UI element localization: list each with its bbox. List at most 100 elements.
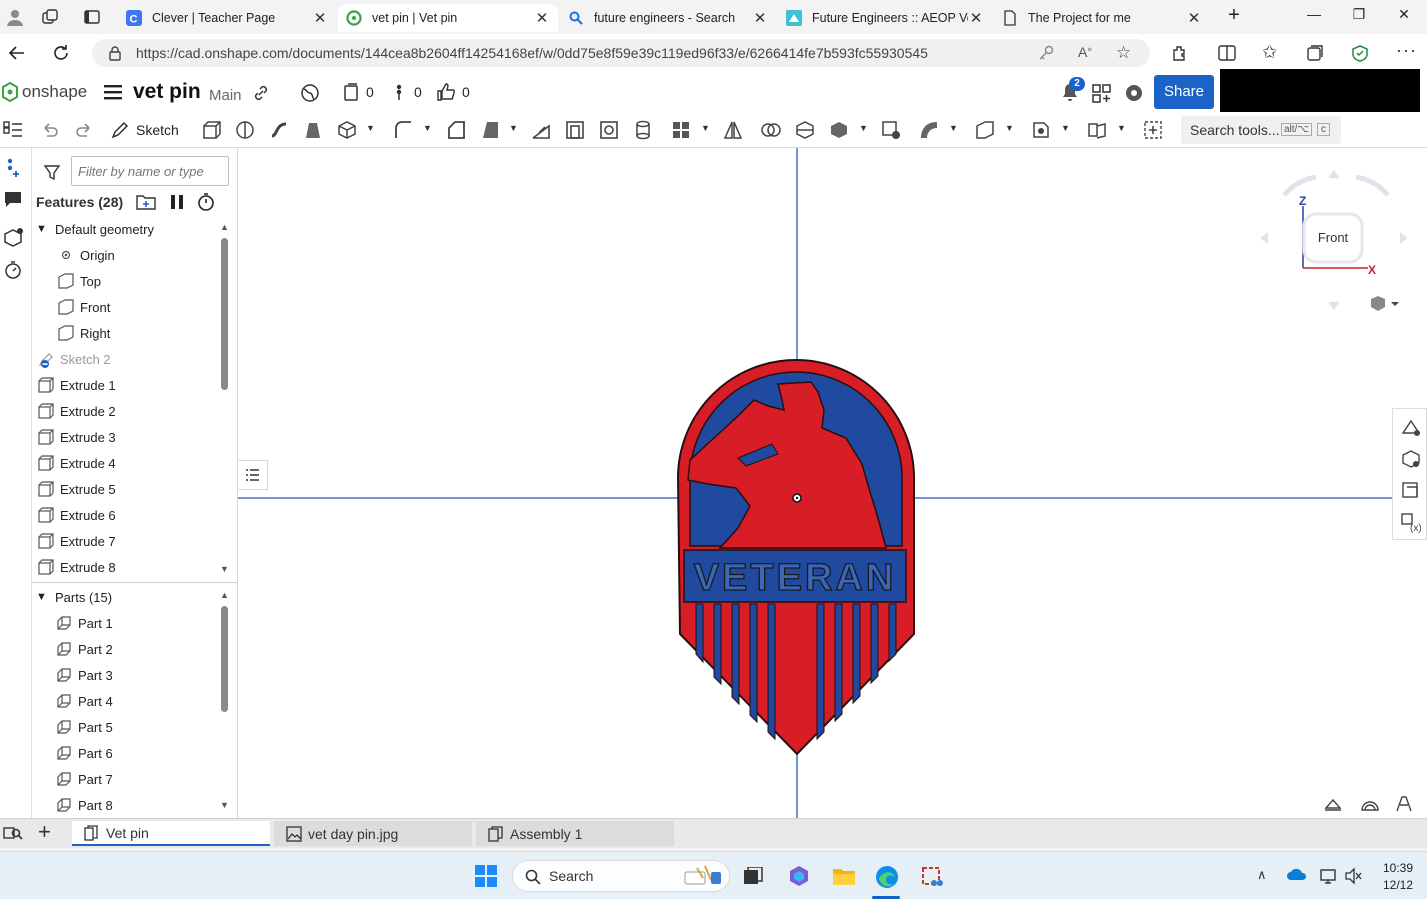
public-globe-icon[interactable] — [300, 83, 320, 103]
hole-icon[interactable] — [599, 120, 619, 140]
thicken-icon[interactable] — [337, 120, 357, 140]
minimize-button[interactable]: — — [1304, 6, 1324, 22]
split-screen-icon[interactable] — [1218, 44, 1236, 62]
tree-item-right-plane[interactable]: Right — [58, 320, 110, 346]
rollback-timer-icon[interactable] — [197, 193, 215, 211]
sweep-icon[interactable] — [269, 120, 289, 140]
tree-item-extrude[interactable]: Extrude 5 — [38, 476, 116, 502]
draft-icon[interactable] — [480, 120, 500, 140]
tree-item-sketch[interactable]: Sketch 2 — [38, 346, 111, 372]
profile-icon[interactable] — [6, 8, 24, 26]
chevron-down-icon[interactable]: ▼ — [423, 123, 432, 133]
tree-item-extrude[interactable]: Extrude 1 — [38, 372, 116, 398]
document-menu-icon[interactable] — [104, 84, 122, 100]
refresh-icon[interactable] — [52, 44, 70, 62]
tree-item-part[interactable]: Part 3 — [56, 662, 113, 688]
tree-item-extrude[interactable]: Extrude 6 — [38, 502, 116, 528]
snipping-tool-icon[interactable] — [920, 865, 944, 889]
chevron-down-icon[interactable]: ▼ — [1005, 123, 1014, 133]
add-custom-feature-icon[interactable] — [1143, 120, 1163, 140]
loft-icon[interactable] — [303, 120, 323, 140]
rib-icon[interactable] — [531, 120, 551, 140]
collections-icon[interactable] — [1306, 44, 1324, 62]
browser-tab-clever[interactable]: C Clever | Teacher Page ✕ — [118, 4, 336, 32]
tree-item-origin[interactable]: Origin — [58, 242, 115, 268]
chevron-down-icon[interactable]: ▼ — [859, 123, 868, 133]
branches-icon[interactable] — [392, 83, 406, 101]
filter-input[interactable] — [71, 156, 229, 186]
browser-essentials-icon[interactable] — [1350, 44, 1370, 62]
chevron-down-icon[interactable]: ▼ — [36, 223, 50, 235]
scroll-up-icon[interactable]: ▲ — [220, 222, 229, 232]
chevron-down-icon[interactable]: ▼ — [701, 123, 710, 133]
split-icon[interactable] — [795, 120, 815, 140]
app-store-icon[interactable] — [1092, 84, 1112, 104]
variables-icon[interactable]: (x) — [1401, 513, 1421, 533]
browser-tab-project[interactable]: The Project for me ✕ — [994, 4, 1210, 32]
features-scrollbar-thumb[interactable] — [221, 238, 228, 390]
modify-fillet-icon[interactable] — [919, 120, 939, 140]
edge-browser-icon[interactable] — [874, 864, 900, 890]
volume-muted-icon[interactable] — [1344, 867, 1362, 885]
cosmetic-thread-icon[interactable] — [633, 120, 653, 140]
tree-item-part[interactable]: Part 2 — [56, 636, 113, 662]
default-geometry-node[interactable]: ▼ Default geometry — [36, 216, 154, 242]
new-tab-button[interactable]: + — [1224, 4, 1244, 27]
tree-item-extrude[interactable]: Extrude 3 — [38, 424, 116, 450]
learning-center-icon[interactable] — [1124, 83, 1144, 103]
tree-item-part[interactable]: Part 4 — [56, 688, 113, 714]
parts-appearance-icon[interactable] — [3, 226, 25, 248]
onedrive-icon[interactable] — [1286, 867, 1308, 881]
scroll-up-icon[interactable]: ▲ — [220, 590, 229, 600]
close-window-button[interactable]: ✕ — [1394, 6, 1414, 23]
back-icon[interactable] — [8, 44, 26, 62]
chevron-down-icon[interactable]: ▼ — [36, 591, 50, 603]
url-box[interactable]: https://cad.onshape.com/documents/144cea… — [92, 39, 1150, 67]
pause-icon[interactable] — [170, 194, 184, 210]
comments-icon[interactable] — [3, 190, 23, 208]
tree-item-part[interactable]: Part 5 — [56, 714, 113, 740]
search-tabs-icon[interactable] — [3, 825, 23, 841]
clock-date[interactable]: 12/12 — [1376, 878, 1420, 892]
parts-scrollbar-thumb[interactable] — [221, 606, 228, 712]
restore-button[interactable]: ❐ — [1349, 6, 1369, 23]
fillet-icon[interactable] — [393, 120, 413, 140]
parts-node[interactable]: ▼ Parts (15) — [36, 584, 112, 610]
chevron-down-icon[interactable]: ▼ — [366, 123, 375, 133]
extensions-icon[interactable] — [1170, 44, 1188, 62]
shell-icon[interactable] — [565, 120, 585, 140]
feature-list-toggle-icon[interactable] — [3, 120, 23, 140]
file-explorer-icon[interactable] — [832, 866, 856, 886]
chevron-down-icon[interactable]: ▼ — [1117, 123, 1126, 133]
browser-tab-search[interactable]: future engineers - Search ✕ — [560, 4, 776, 32]
graphics-viewport[interactable]: VETERAN Front Z X (x) — [238, 148, 1427, 818]
link-icon[interactable] — [252, 84, 270, 102]
undo-icon[interactable] — [40, 120, 60, 140]
document-title[interactable]: vet pin — [133, 80, 201, 104]
browser-tab-future-engineers[interactable]: Future Engineers :: AEOP Vete ✕ — [778, 4, 992, 32]
search-tools-input[interactable]: Search tools... alt/⌥ c — [1181, 116, 1341, 144]
revolve-icon[interactable] — [235, 120, 255, 140]
chevron-down-icon[interactable]: ▼ — [509, 123, 518, 133]
mass-properties-icon[interactable] — [1401, 481, 1421, 501]
browser-menu-icon[interactable]: ··· — [1396, 40, 1417, 61]
tab-actions-icon[interactable] — [84, 9, 100, 25]
feature-timer-icon[interactable] — [3, 260, 23, 280]
chevron-down-icon[interactable]: ▼ — [949, 123, 958, 133]
close-tab-icon[interactable]: ✕ — [534, 9, 550, 27]
like-thumbs-up-icon[interactable] — [436, 82, 456, 102]
windows-start-icon[interactable] — [475, 865, 497, 887]
close-tab-icon[interactable]: ✕ — [968, 9, 984, 27]
mirror-icon[interactable] — [723, 120, 743, 140]
filter-icon[interactable] — [44, 164, 60, 180]
tree-item-part[interactable]: Part 1 — [56, 610, 113, 636]
element-tab-part-studio[interactable]: Vet pin — [72, 821, 270, 846]
onshape-logo-icon[interactable] — [2, 82, 18, 102]
viewport-canvas[interactable]: VETERAN Front Z X — [238, 148, 1427, 818]
copilot-icon[interactable] — [788, 865, 810, 887]
element-tab-image[interactable]: vet day pin.jpg — [274, 821, 472, 846]
linear-pattern-icon[interactable] — [671, 120, 691, 140]
scroll-down-icon[interactable]: ▼ — [220, 564, 229, 574]
feature-list-tab-icon[interactable] — [238, 460, 268, 490]
share-button[interactable]: Share — [1154, 75, 1214, 109]
